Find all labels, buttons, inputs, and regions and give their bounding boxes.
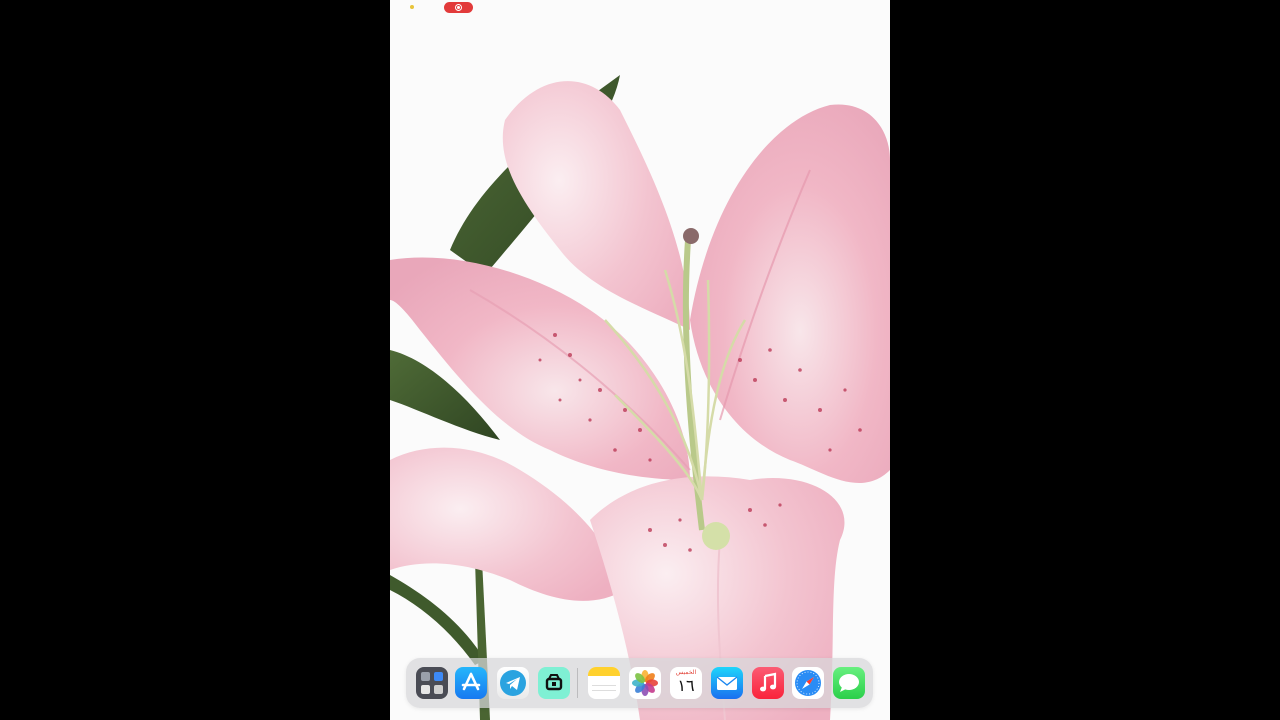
telegram-icon[interactable] (497, 667, 529, 699)
capcut-icon[interactable] (538, 667, 570, 699)
calendar-date: ١٦ (677, 676, 695, 695)
record-icon (455, 4, 462, 11)
mail-icon[interactable] (711, 667, 743, 699)
screen-recording-indicator[interactable] (444, 2, 473, 13)
dock: الخميس ١٦ (406, 658, 873, 708)
utilities-folder-icon[interactable] (416, 667, 448, 699)
app-store-icon[interactable] (455, 667, 487, 699)
status-bar (390, 0, 890, 14)
lily-wallpaper (390, 0, 890, 720)
location-indicator-icon (410, 5, 414, 9)
photos-icon[interactable] (629, 667, 661, 699)
notes-icon[interactable] (588, 667, 620, 699)
dock-separator (577, 668, 578, 698)
music-icon[interactable] (752, 667, 784, 699)
ipad-screen: الخميس ١٦ (390, 0, 890, 720)
calendar-icon[interactable]: الخميس ١٦ (670, 667, 702, 699)
safari-icon[interactable] (792, 667, 824, 699)
messages-icon[interactable] (833, 667, 865, 699)
